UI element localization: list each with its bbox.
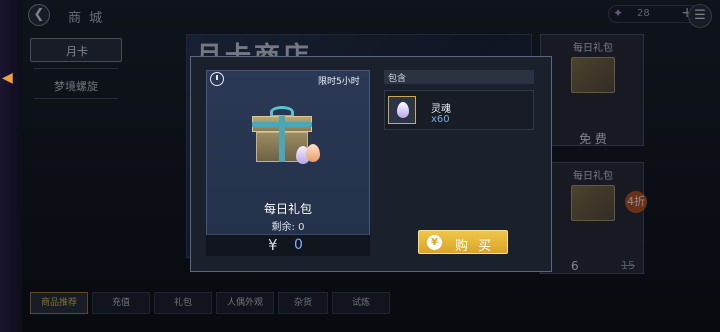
left-edge-decoration: ◀ [0,0,22,332]
remaining-count: 剩余: 0 [271,222,305,233]
item-name: 每日礼包 [263,202,312,216]
soul-egg-icon [306,144,320,162]
soul-egg-icon[interactable] [388,96,416,124]
price-bar [206,234,370,256]
left-arrow-icon: ◀ [2,70,13,86]
time-limit-label: 限时5小时 [318,77,360,87]
item-price: 0 [294,237,303,253]
buy-button[interactable]: ¥ 购 买 [418,230,508,254]
yen-icon: ¥ [268,236,278,254]
content-item-quantity: x60 [431,114,450,125]
contents-label: 包含 [388,74,407,84]
clock-icon [210,72,224,86]
content-item-name: 灵魂 [431,104,451,115]
buy-button-label: 购 买 [455,239,495,254]
contents-header [384,70,534,84]
yen-coin-icon: ¥ [427,235,442,250]
